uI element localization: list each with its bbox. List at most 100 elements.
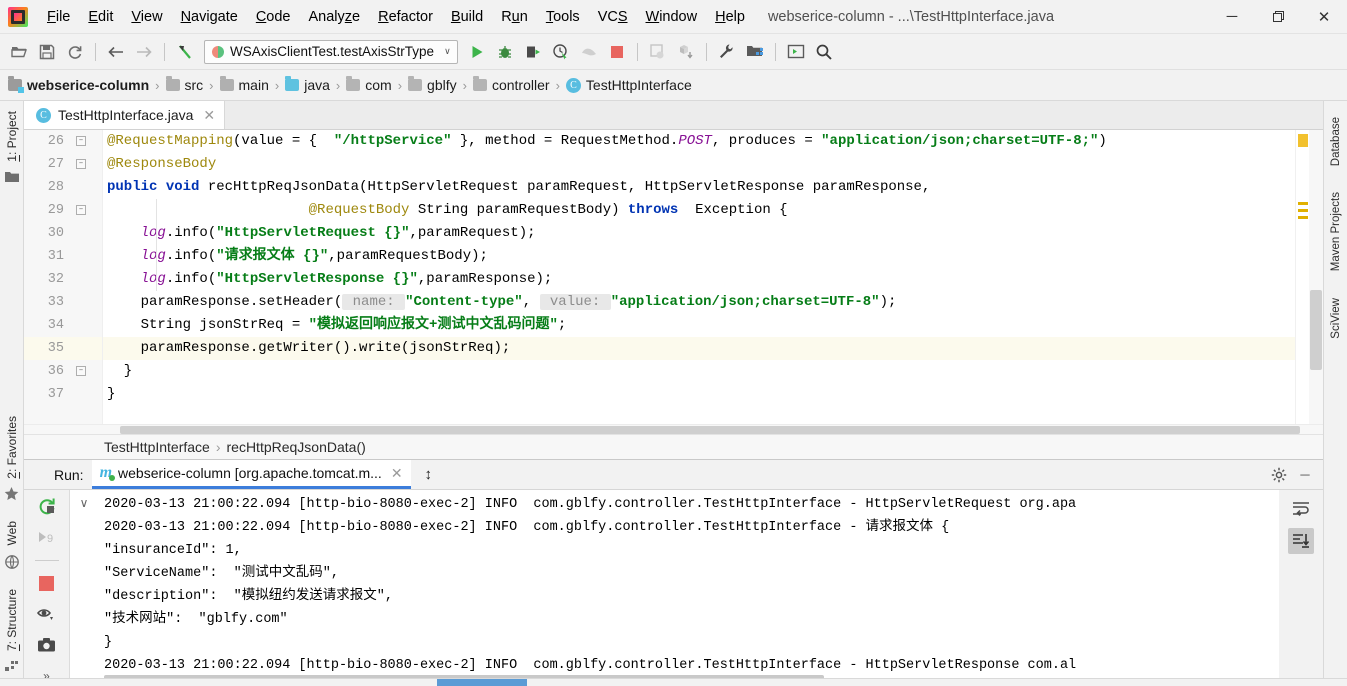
navigate-back-button[interactable] xyxy=(103,39,129,65)
minimize-tool-window-button[interactable]: ─ xyxy=(1293,463,1317,487)
open-project-button[interactable] xyxy=(6,39,32,65)
menu-code[interactable]: Code xyxy=(247,6,300,28)
breadcrumb-item-project[interactable]: webserice-column xyxy=(6,75,151,95)
breadcrumb-item-java[interactable]: java xyxy=(283,75,332,95)
menu-vcs[interactable]: VCS xyxy=(589,6,637,28)
run-icon xyxy=(472,45,483,58)
menu-navigate[interactable]: Navigate xyxy=(172,6,247,28)
fold-marker-icon[interactable]: – xyxy=(76,159,86,170)
resume-program-button[interactable]: 9 xyxy=(36,527,58,548)
breadcrumb-item-main[interactable]: main xyxy=(218,75,271,95)
editor-vertical-scrollbar[interactable] xyxy=(1309,130,1323,425)
tool-button-sciview[interactable]: SciView xyxy=(1329,292,1343,345)
navigate-forward-button[interactable] xyxy=(131,39,157,65)
fold-marker-icon[interactable]: – xyxy=(76,366,86,377)
navigation-breadcrumb-bar: webserice-column › src › main › java › c… xyxy=(0,70,1347,101)
tool-window-resize-handle[interactable]: ↕ xyxy=(425,466,433,483)
rerun-button[interactable] xyxy=(36,496,58,517)
last-edit-location-button[interactable] xyxy=(172,39,198,65)
minimize-button[interactable]: ─ xyxy=(1209,0,1255,34)
breadcrumb-item-gblfy[interactable]: gblfy xyxy=(406,75,459,95)
menu-window[interactable]: Window xyxy=(637,6,707,28)
breadcrumb-item-controller[interactable]: controller xyxy=(471,75,552,95)
stop-run-button[interactable] xyxy=(36,573,58,594)
close-button[interactable]: ✕ xyxy=(1301,0,1347,34)
breadcrumb-label: gblfy xyxy=(427,77,457,93)
warning-stripe-marker[interactable] xyxy=(1298,134,1308,148)
tool-button-web[interactable]: Web xyxy=(4,515,20,551)
editor-gutter[interactable]: 26– 27– 28 29– 30 31 32 33 34 35 36– 37 xyxy=(24,130,102,425)
menu-refactor[interactable]: Refactor xyxy=(369,6,442,28)
gear-icon[interactable] xyxy=(1267,463,1291,487)
run-configuration-selector[interactable]: WSAxisClientTest.testAxisStrType ∨ xyxy=(204,39,458,64)
maximize-button[interactable] xyxy=(1255,0,1301,34)
soft-wrap-button[interactable] xyxy=(1288,496,1314,522)
fold-marker-icon[interactable]: – xyxy=(76,136,86,147)
menu-help[interactable]: Help xyxy=(706,6,754,28)
scrollbar-thumb[interactable] xyxy=(120,426,1300,435)
tool-button-database[interactable]: Database xyxy=(1329,111,1343,172)
breadcrumb-item-src[interactable]: src xyxy=(164,75,206,95)
warning-stripe-marker[interactable] xyxy=(1298,209,1308,213)
run-tab-webserice-column[interactable]: m webserice-column [org.apache.tomcat.m.… xyxy=(91,460,411,490)
code-text-area[interactable]: @RequestMapping(value = { "/httpService"… xyxy=(102,130,1295,425)
console-collapse-column[interactable]: ∨ xyxy=(70,490,98,686)
project-structure-button[interactable] xyxy=(742,39,768,65)
editor-breadcrumb-class[interactable]: TestHttpInterface xyxy=(104,439,210,455)
camera-icon xyxy=(37,637,55,652)
breadcrumb-item-class[interactable]: C TestHttpInterface xyxy=(564,75,694,95)
debug-button[interactable] xyxy=(492,39,518,65)
scrollbar-thumb[interactable] xyxy=(1310,290,1322,371)
breadcrumb-item-com[interactable]: com xyxy=(344,75,393,95)
screenshot-button[interactable] xyxy=(36,634,58,655)
warning-stripe-marker[interactable] xyxy=(1298,216,1308,220)
menu-analyze[interactable]: Analyze xyxy=(300,6,370,28)
open-folder-icon xyxy=(10,47,27,58)
menu-tools[interactable]: Tools xyxy=(537,6,589,28)
stop-button[interactable] xyxy=(604,39,630,65)
package-icon xyxy=(408,76,423,91)
tab-test-http-interface[interactable]: C TestHttpInterface.java ✕ xyxy=(24,101,226,130)
settings-button[interactable] xyxy=(714,39,740,65)
save-all-button[interactable] xyxy=(34,39,60,65)
console-output[interactable]: 2020-03-13 21:00:22.094 [http-bio-8080-e… xyxy=(98,490,1279,686)
run-tab-close-icon[interactable]: ✕ xyxy=(391,465,403,482)
chevron-down-icon[interactable]: ∨ xyxy=(80,496,89,510)
menu-file[interactable]: File xyxy=(38,6,79,28)
run-with-coverage-button[interactable] xyxy=(520,39,546,65)
tab-close-icon[interactable]: ✕ xyxy=(203,107,215,124)
fold-marker-icon[interactable]: – xyxy=(76,205,86,216)
tool-button-favorites[interactable]: 2: Favorites xyxy=(4,410,20,485)
chevron-down-icon: ∨ xyxy=(444,46,451,56)
tool-button-project[interactable]: 1: Project xyxy=(4,105,20,168)
print-filter-button[interactable] xyxy=(36,604,58,625)
tool-button-structure[interactable]: 7: Structure xyxy=(4,583,20,657)
scroll-to-end-button[interactable] xyxy=(1288,528,1314,555)
update-application-button[interactable] xyxy=(645,39,671,65)
warning-stripe-marker[interactable] xyxy=(1298,202,1308,206)
editor-error-stripe[interactable] xyxy=(1295,130,1309,425)
toolbar-separator-5 xyxy=(774,42,776,61)
terminal-button[interactable] xyxy=(783,39,809,65)
menu-edit[interactable]: Edit xyxy=(79,6,122,28)
run-button[interactable] xyxy=(464,39,490,65)
profile-button[interactable] xyxy=(548,39,574,65)
code-editor[interactable]: 26– 27– 28 29– 30 31 32 33 34 35 36– 37 … xyxy=(24,130,1323,425)
update-application-icon xyxy=(650,44,664,59)
editor-horizontal-scrollbar[interactable] xyxy=(24,424,1323,435)
actions-separator xyxy=(34,559,59,561)
import-module-button[interactable] xyxy=(673,39,699,65)
attach-debugger-button[interactable] xyxy=(576,39,602,65)
tool-button-maven-projects[interactable]: Maven Projects xyxy=(1329,186,1343,277)
run-config-label: WSAxisClientTest.testAxisStrType xyxy=(230,44,435,59)
menu-build[interactable]: Build xyxy=(442,6,492,28)
editor-breadcrumb-method[interactable]: recHttpReqJsonData() xyxy=(227,439,366,455)
menu-view[interactable]: View xyxy=(122,6,171,28)
line-number: 35 xyxy=(24,337,102,361)
sync-button[interactable] xyxy=(62,39,88,65)
breadcrumb-label: main xyxy=(238,77,269,93)
console-line: 2020-03-13 21:00:22.094 [http-bio-8080-e… xyxy=(104,497,1077,513)
code-line-31: log.info("请求报文体 {}",paramRequestBody); xyxy=(140,248,488,265)
menu-run[interactable]: Run xyxy=(492,6,537,28)
search-everywhere-button[interactable] xyxy=(811,39,837,65)
